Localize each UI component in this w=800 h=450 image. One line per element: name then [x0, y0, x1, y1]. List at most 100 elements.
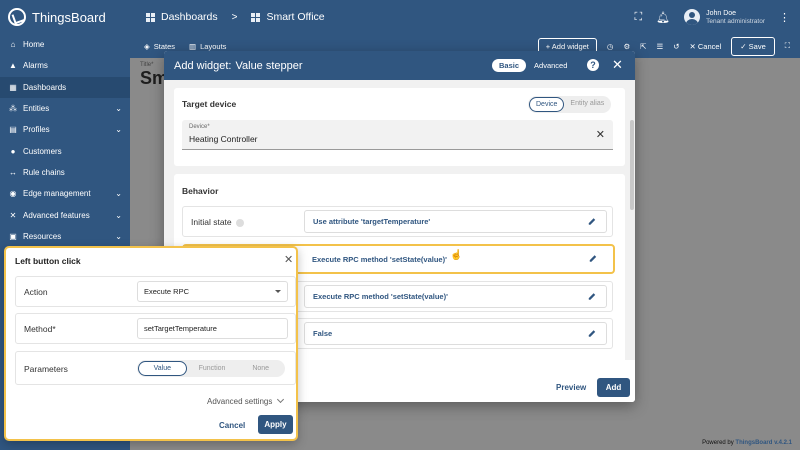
breadcrumb-dashboards[interactable]: Dashboards [161, 11, 218, 23]
popover-title: Left button click [15, 256, 81, 266]
app-title: ThingsBoard [32, 9, 106, 25]
timewindow-icon[interactable]: ◷ [607, 42, 614, 51]
layers-icon: ◈ [144, 41, 150, 51]
sidebar-item-edge-management[interactable]: ◉ Edge management ⌄ [0, 183, 130, 204]
action-label: Action [24, 287, 48, 297]
layouts-icon: ▥ [189, 41, 197, 51]
mode-device-button[interactable]: Device [529, 97, 565, 112]
alarm-icon: ▲ [9, 61, 17, 71]
method-row: Method* setTargetTemperature [15, 313, 296, 344]
mode-advanced-button[interactable]: Advanced [534, 61, 567, 70]
parameters-toggle: Value Function None [137, 360, 285, 377]
profiles-icon: ▤ [9, 125, 17, 135]
action-row: Action Execute RPC [15, 276, 296, 307]
sidebar-item-label: Dashboards [23, 82, 67, 92]
sidebar-item-profiles[interactable]: ▤ Profiles ⌄ [0, 119, 130, 140]
device-field[interactable]: Device* Heating Controller ✕ [182, 120, 613, 150]
sidebar-item-advanced-features[interactable]: ✕ Advanced features ⌄ [0, 204, 130, 225]
mode-entity-alias-button[interactable]: Entity alias [564, 97, 610, 112]
sidebar-item-label: Advanced features [23, 210, 90, 220]
mode-basic-button[interactable]: Basic [492, 59, 527, 72]
save-button[interactable]: ✓ Save [731, 36, 775, 56]
right-click-field[interactable]: Execute RPC method 'setState(value)' [304, 285, 607, 308]
parameters-option-none[interactable]: None [237, 361, 284, 376]
chevron-down-icon: ⌄ [115, 104, 122, 114]
initial-state-field[interactable]: Use attribute 'targetTemperature' [304, 210, 607, 233]
sidebar-item-label: Customers [23, 146, 62, 156]
settings-gear-icon[interactable]: ⚙ [623, 42, 630, 51]
top-bar: ThingsBoard Dashboards > Smart Office ⛶ … [0, 0, 800, 34]
more-vert-icon[interactable]: ⋮ [779, 11, 790, 24]
dashboards-icon [146, 12, 155, 22]
chevron-down-icon: ⌄ [115, 125, 122, 135]
breadcrumb: Dashboards > Smart Office [146, 11, 325, 23]
clear-icon[interactable]: ✕ [596, 128, 605, 141]
pointer-cursor-icon: ☝ [450, 250, 463, 261]
target-device-mode-toggle: Device Entity alias [528, 96, 612, 113]
sidebar-item-customers[interactable]: ● Customers [0, 140, 130, 161]
parameters-option-function[interactable]: Function [189, 361, 236, 376]
disabled-state-field[interactable]: False [304, 322, 607, 345]
dashboard-icon [251, 12, 261, 22]
chevron-down-icon: ⌄ [115, 231, 122, 241]
states-button[interactable]: ◈ States [144, 42, 175, 51]
action-select[interactable]: Execute RPC [137, 281, 288, 302]
user-menu[interactable]: John Doe Tenant administrator [684, 9, 765, 25]
sidebar-item-entities[interactable]: ⁂ Entities ⌄ [0, 98, 130, 119]
resources-icon: ▣ [9, 231, 17, 241]
sidebar-item-label: Profiles [23, 125, 50, 135]
edit-pencil-icon[interactable] [588, 217, 596, 226]
sidebar-item-dashboards[interactable]: ▦ Dashboards [0, 76, 130, 98]
layouts-button[interactable]: ▥ Layouts [189, 42, 226, 51]
powered-by-prefix: Powered by [702, 440, 734, 446]
initial-state-value: Use attribute 'targetTemperature' [313, 217, 431, 226]
app-logo[interactable]: ThingsBoard [0, 8, 130, 26]
target-device-title: Target device [182, 99, 237, 109]
sidebar-item-resources[interactable]: ▣ Resources ⌄ [0, 226, 130, 247]
states-label: States [153, 41, 176, 51]
mode-toggle: Basic Advanced [492, 59, 567, 72]
history-icon[interactable]: ↺ [673, 42, 679, 51]
edge-icon: ◉ [9, 189, 17, 199]
close-icon[interactable]: ✕ [612, 57, 623, 73]
powered-by-brand[interactable]: ThingsBoard v.4.2.1 [735, 440, 792, 446]
edit-pencil-icon[interactable] [589, 254, 597, 263]
close-icon[interactable]: ✕ [284, 253, 293, 266]
filter-icon[interactable]: ☰ [656, 42, 663, 51]
popover-apply-button[interactable]: Apply [258, 415, 293, 434]
method-label: Method* [24, 324, 56, 334]
sidebar-item-home[interactable]: ⌂ Home [0, 34, 130, 55]
save-label: Save [748, 41, 766, 51]
advanced-icon: ✕ [9, 210, 17, 220]
notifications-bell-icon[interactable]: 🔔︎ [656, 11, 670, 24]
fullscreen-icon[interactable]: ⛶ [785, 41, 790, 51]
sidebar-item-rule-chains[interactable]: ↔ Rule chains [0, 162, 130, 183]
popover-cancel-button[interactable]: Cancel [219, 421, 245, 430]
edit-pencil-icon[interactable] [588, 329, 596, 338]
sidebar-item-alarms[interactable]: ▲ Alarms [0, 55, 130, 76]
layouts-label: Layouts [200, 41, 227, 51]
dashboard-icon: ▦ [9, 82, 17, 92]
add-button[interactable]: Add [597, 378, 630, 397]
help-icon[interactable]: ? [587, 59, 599, 71]
user-name: John Doe [706, 10, 737, 17]
export-icon[interactable]: ⇱ [640, 42, 646, 51]
right-click-value: Execute RPC method 'setState(value)' [313, 292, 448, 301]
cancel-button[interactable]: ✕ Cancel [690, 42, 722, 51]
advanced-settings-label: Advanced settings [207, 397, 273, 406]
advanced-settings-toggle[interactable]: Advanced settings [207, 395, 285, 406]
sidebar-item-label: Resources [23, 231, 62, 241]
powered-by: Powered by ThingsBoard v.4.2.1 [702, 440, 792, 446]
user-role: Tenant administrator [706, 18, 765, 25]
dialog-scrollbar[interactable] [630, 120, 634, 210]
fullscreen-icon[interactable]: ⛶ [634, 11, 642, 24]
sidebar-item-label: Rule chains [23, 167, 65, 177]
preview-button[interactable]: Preview [556, 383, 586, 392]
sidebar-item-label: Home [23, 40, 45, 50]
chevron-down-icon [277, 395, 285, 404]
help-icon[interactable] [235, 218, 244, 227]
parameters-option-value[interactable]: Value [138, 361, 187, 376]
method-input[interactable]: setTargetTemperature [137, 318, 288, 339]
edit-pencil-icon[interactable] [588, 292, 596, 301]
target-device-card: Target device Device Entity alias Device… [174, 88, 625, 166]
